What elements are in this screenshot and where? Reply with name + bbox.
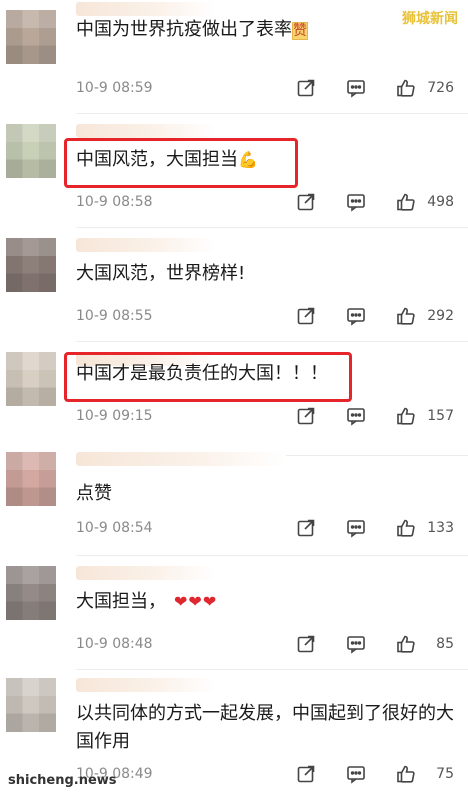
blurred-username[interactable]: [76, 238, 216, 252]
comment-icon[interactable]: [346, 518, 366, 538]
comment-body: 中国为世界抗疫做出了表率: [76, 19, 292, 40]
comment-actions: 726: [296, 76, 454, 100]
like-count: 157: [427, 408, 454, 424]
comment-actions: 498: [296, 190, 454, 214]
comment-icon[interactable]: [346, 78, 366, 98]
comment-icon[interactable]: [346, 192, 366, 212]
comment-icon[interactable]: [346, 306, 366, 326]
comment-item: 大国担当， ❤❤❤ 10-9 08:48 85: [0, 556, 468, 670]
comment-item: 点赞 10-9 08:54 133: [0, 442, 468, 556]
share-icon[interactable]: [296, 306, 316, 326]
comment-time: 10-9 08:55: [76, 308, 153, 324]
blurred-username[interactable]: [76, 452, 286, 466]
avatar[interactable]: [6, 352, 56, 406]
comment-icon[interactable]: [346, 764, 366, 784]
comment-item: 中国才是最负责任的大国！！！ 10-9 09:15 157: [0, 342, 468, 456]
blurred-username[interactable]: [76, 678, 216, 692]
comment-actions: 157: [296, 404, 454, 428]
comment-actions: 85: [296, 632, 454, 656]
thumbs-up-icon[interactable]: [396, 78, 416, 98]
avatar[interactable]: [6, 238, 56, 292]
like-count: 85: [436, 636, 454, 652]
avatar[interactable]: [6, 124, 56, 178]
share-icon[interactable]: [296, 634, 316, 654]
thumbs-up-icon[interactable]: [396, 634, 416, 654]
comment-text: 以共同体的方式一起发展，中国起到了很好的大国作用: [76, 700, 454, 756]
comment-time: 10-9 08:54: [76, 520, 153, 536]
thumbs-up-icon[interactable]: [396, 306, 416, 326]
comment-text: 中国为世界抗疫做出了表率赞: [76, 16, 454, 45]
comment-text: 大国担当， ❤❤❤: [76, 588, 454, 616]
comment-icon[interactable]: [346, 406, 366, 426]
comment-actions: 292: [296, 304, 454, 328]
blurred-username[interactable]: [76, 124, 216, 138]
comment-body: 中国才是最负责任的大国！！！: [76, 363, 328, 384]
comment-item: 中国风范，大国担当💪 10-9 08:58 498: [0, 114, 468, 228]
heart-icon: ❤❤❤: [174, 592, 218, 611]
like-count: 133: [427, 520, 454, 536]
blurred-username[interactable]: [76, 566, 216, 580]
share-icon[interactable]: [296, 192, 316, 212]
avatar[interactable]: [6, 566, 56, 620]
thumbs-up-icon[interactable]: [396, 192, 416, 212]
comment-time: 10-9 09:15: [76, 408, 153, 424]
share-icon[interactable]: [296, 78, 316, 98]
like-count: 726: [427, 80, 454, 96]
comment-actions: 133: [296, 516, 454, 540]
comment-icon[interactable]: [346, 634, 366, 654]
comment-text: 大国风范，世界榜样!: [76, 260, 454, 288]
avatar[interactable]: [6, 452, 56, 506]
avatar[interactable]: [6, 678, 56, 732]
thumbs-up-icon[interactable]: [396, 764, 416, 784]
comment-body: 大国担当，: [76, 591, 166, 612]
watermark-bottom: shicheng.news: [8, 773, 117, 788]
comment-text: 中国风范，大国担当💪: [76, 146, 454, 174]
share-icon[interactable]: [296, 764, 316, 784]
comment-text: 点赞: [76, 480, 454, 508]
comment-actions: 75: [296, 762, 454, 786]
comment-time: 10-9 08:58: [76, 194, 153, 210]
emoji-muscle: 💪: [238, 150, 258, 169]
thumbs-up-icon[interactable]: [396, 406, 416, 426]
blurred-username[interactable]: [76, 2, 216, 16]
comment-time: 10-9 08:59: [76, 80, 153, 96]
like-count: 75: [436, 766, 454, 782]
emoji-zan: 赞: [292, 22, 308, 40]
thumbs-up-icon[interactable]: [396, 518, 416, 538]
share-icon[interactable]: [296, 406, 316, 426]
comment-body: 以共同体的方式一起发展，中国起到了很好的大国作用: [76, 703, 454, 752]
comment-item: 中国为世界抗疫做出了表率赞 10-9 08:59 726: [0, 0, 468, 114]
comment-item: 大国风范，世界榜样! 10-9 08:55 292: [0, 228, 468, 342]
comment-body: 点赞: [76, 483, 112, 504]
like-count: 498: [427, 194, 454, 210]
comment-body: 大国风范，世界榜样!: [76, 263, 246, 284]
like-count: 292: [427, 308, 454, 324]
comment-body: 中国风范，大国担当: [76, 149, 238, 170]
comment-text: 中国才是最负责任的大国！！！: [76, 360, 454, 388]
share-icon[interactable]: [296, 518, 316, 538]
avatar[interactable]: [6, 10, 56, 64]
comment-time: 10-9 08:48: [76, 636, 153, 652]
